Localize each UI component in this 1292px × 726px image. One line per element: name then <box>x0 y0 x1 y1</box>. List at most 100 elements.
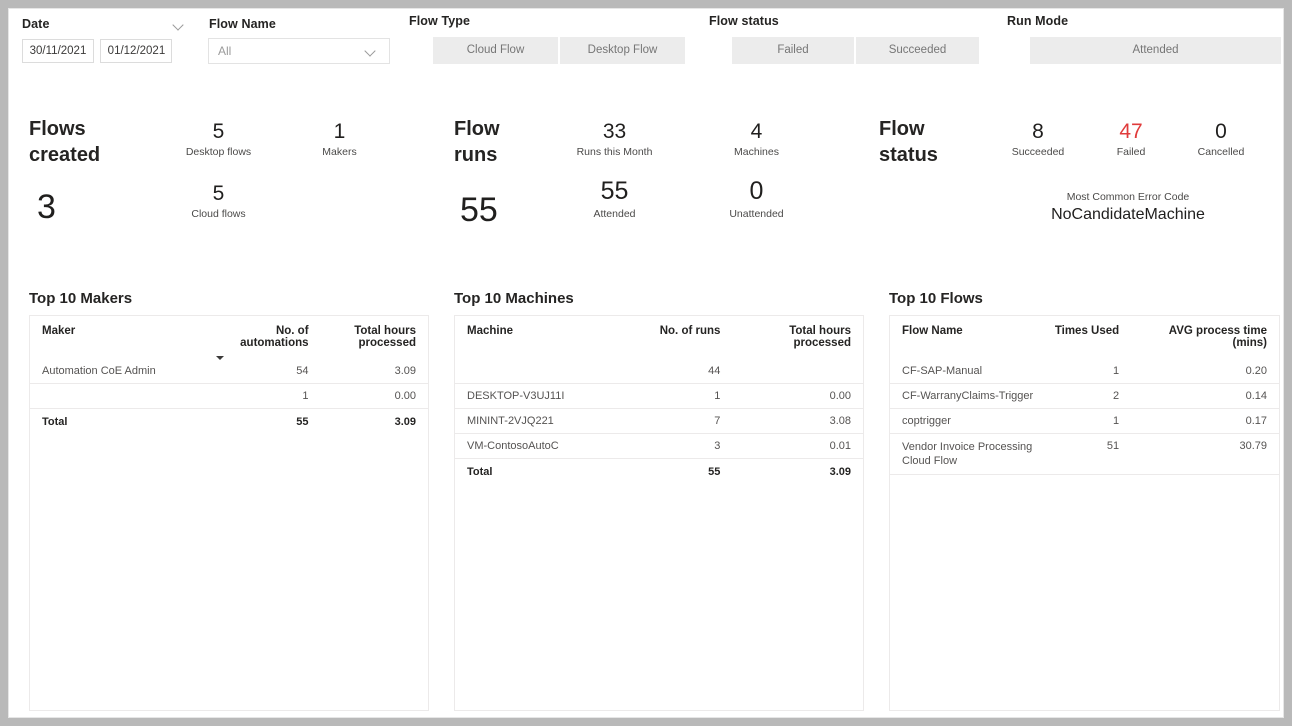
flow-status-title-line1: Flow <box>879 118 925 140</box>
metric-desktop-flows: 5 Desktop flows <box>161 119 276 159</box>
top-10-flows-card: Flow Name Times Used AVG process time (m… <box>889 315 1280 711</box>
top-10-makers-card: Maker No. of automations Total hours pro… <box>29 315 429 711</box>
cell-times-used: 2 <box>1045 383 1132 409</box>
date-end-input[interactable]: 01/12/2021 <box>100 39 173 63</box>
run-mode-option-attended[interactable]: Attended <box>1030 37 1281 64</box>
column-header-times-used[interactable]: Times Used <box>1045 316 1132 359</box>
table-row[interactable]: CF-SAP-Manual 1 0.20 <box>890 358 1279 384</box>
table-total-row: Total 55 3.09 <box>30 409 428 435</box>
metric-desktop-flows-value: 5 <box>212 120 225 143</box>
cell-avg-process-time: 0.20 <box>1131 358 1279 384</box>
cell-no-of-automations: 54 <box>213 358 321 384</box>
metric-machines: 4 Machines <box>699 119 814 159</box>
table-row[interactable]: Automation CoE Admin 54 3.09 <box>30 358 428 384</box>
metric-cloud-flows-value: 5 <box>212 182 225 205</box>
table-row[interactable]: CF-WarranyClaims-Trigger 2 0.14 <box>890 383 1279 409</box>
most-common-error-code: Most Common Error Code NoCandidateMachin… <box>983 190 1273 225</box>
filter-bar: Date 30/11/2021 01/12/2021 Flow Name All… <box>9 9 1283 79</box>
cell-total-label: Total <box>467 466 493 478</box>
cell-flow-name: Vendor Invoice Processing Cloud Flow <box>890 433 1046 475</box>
most-common-error-code-value: NoCandidateMachine <box>1051 206 1205 223</box>
column-header-flow-name[interactable]: Flow Name <box>890 316 1046 359</box>
cell-total-no-of-runs: 55 <box>708 466 721 478</box>
table-row[interactable]: Vendor Invoice Processing Cloud Flow 51 … <box>890 433 1279 475</box>
table-row[interactable]: DESKTOP-V3UJ11I 1 0.00 <box>455 383 863 409</box>
cell-total-hours-processed: 3.09 <box>320 358 428 384</box>
date-slicer: Date <box>22 17 50 31</box>
cell-total-hours-processed <box>732 358 863 384</box>
column-header-machine[interactable]: Machine <box>455 316 635 359</box>
cell-total-hours-processed: 3.09 <box>829 466 851 478</box>
cell-avg-process-time: 0.14 <box>1131 383 1279 409</box>
cell-no-of-automations: 1 <box>213 383 321 409</box>
run-mode-button-group: Attended <box>1030 37 1281 64</box>
flow-status-slicer-label: Flow status <box>709 14 779 28</box>
column-header-no-of-runs[interactable]: No. of runs <box>634 316 733 359</box>
chevron-down-icon[interactable] <box>366 46 377 57</box>
table-header-row: Flow Name Times Used AVG process time (m… <box>890 316 1279 359</box>
cell-avg-process-time: 30.79 <box>1131 433 1279 475</box>
metric-runs-this-month-caption: Runs this Month <box>576 146 653 158</box>
column-header-no-of-automations-label: No. of automations <box>240 325 309 349</box>
flow-type-option-cloud-flow[interactable]: Cloud Flow <box>433 37 560 64</box>
run-mode-slicer-label: Run Mode <box>1007 14 1069 28</box>
top-10-machines-card: Machine No. of runs Total hours processe… <box>454 315 864 711</box>
run-mode-slicer-label-wrap: Run Mode <box>1007 14 1068 28</box>
report-canvas: Date 30/11/2021 01/12/2021 Flow Name All… <box>8 8 1284 718</box>
flow-status-option-succeeded[interactable]: Succeeded <box>856 37 979 64</box>
table-row[interactable]: 1 0.00 <box>30 383 428 409</box>
metric-cancelled-value: 0 <box>1215 120 1227 143</box>
cell-no-of-runs: 3 <box>634 433 733 459</box>
flow-name-slicer: Flow Name <box>209 17 276 31</box>
table-row[interactable]: 44 <box>455 358 863 384</box>
metric-runs-this-month: 33 Runs this Month <box>557 119 672 159</box>
metric-machines-caption: Machines <box>734 146 779 158</box>
flow-runs-total: 55 <box>460 191 498 229</box>
flow-runs-title-line2: runs <box>454 144 498 166</box>
sort-descending-icon[interactable] <box>216 356 225 360</box>
flow-runs-title-line1: Flow <box>454 118 500 140</box>
cell-avg-process-time: 0.17 <box>1131 408 1279 434</box>
flow-status-title-line2: status <box>879 144 938 166</box>
metric-cancelled-caption: Cancelled <box>1197 146 1245 158</box>
kpi-card-flow-status: Flow status 8 Succeeded 47 Failed 0 Canc… <box>879 117 1283 237</box>
column-header-no-of-automations[interactable]: No. of automations <box>213 316 321 360</box>
cell-no-of-runs: 44 <box>634 358 733 384</box>
top-10-makers-title: Top 10 Makers <box>29 290 133 307</box>
kpi-card-flow-runs: Flow runs 55 33 Runs this Month 55 Atten… <box>454 117 864 237</box>
date-start-input[interactable]: 30/11/2021 <box>22 39 94 63</box>
flows-created-title-line1: Flows <box>29 118 86 140</box>
flow-status-slicer-label-wrap: Flow status <box>709 14 779 28</box>
metric-cloud-flows-caption: Cloud flows <box>191 208 246 220</box>
flow-status-button-group: Failed Succeeded <box>732 37 979 64</box>
table-row[interactable]: coptrigger 1 0.17 <box>890 408 1279 434</box>
column-header-avg-process-time[interactable]: AVG process time (mins) <box>1131 316 1279 359</box>
chevron-down-icon[interactable] <box>174 20 185 31</box>
cell-times-used: 51 <box>1045 433 1132 475</box>
cell-total-label: Total <box>42 416 68 428</box>
metric-desktop-flows-caption: Desktop flows <box>185 146 252 158</box>
top-10-makers-table: Maker No. of automations Total hours pro… <box>30 316 428 434</box>
cell-flow-name: coptrigger <box>890 408 1046 434</box>
metric-makers: 1 Makers <box>287 119 392 159</box>
metric-cancelled: 0 Cancelled <box>1166 119 1276 159</box>
flow-status-option-failed[interactable]: Failed <box>732 37 856 64</box>
metric-attended: 55 Attended <box>557 176 672 221</box>
column-header-maker[interactable]: Maker <box>30 316 214 359</box>
flow-type-option-desktop-flow[interactable]: Desktop Flow <box>560 37 685 64</box>
cell-times-used: 1 <box>1045 358 1132 384</box>
flow-name-dropdown[interactable]: All <box>208 38 390 64</box>
metric-makers-caption: Makers <box>322 146 357 158</box>
metric-makers-value: 1 <box>333 120 346 143</box>
metric-unattended: 0 Unattended <box>699 176 814 221</box>
column-header-total-hours-processed[interactable]: Total hours processed <box>732 316 863 359</box>
cell-machine: VM-ContosoAutoC <box>455 433 635 459</box>
column-header-total-hours-processed[interactable]: Total hours processed <box>320 316 428 359</box>
cell-total-no-of-automations: 55 <box>296 416 309 428</box>
table-row[interactable]: VM-ContosoAutoC 3 0.01 <box>455 433 863 459</box>
date-slicer-label: Date <box>22 17 50 31</box>
table-header-row: Maker No. of automations Total hours pro… <box>30 316 428 360</box>
cell-total-hours-processed: 0.00 <box>732 383 863 409</box>
table-row[interactable]: MININT-2VJQ221 7 3.08 <box>455 408 863 434</box>
flow-type-button-group: Cloud Flow Desktop Flow <box>433 37 685 64</box>
